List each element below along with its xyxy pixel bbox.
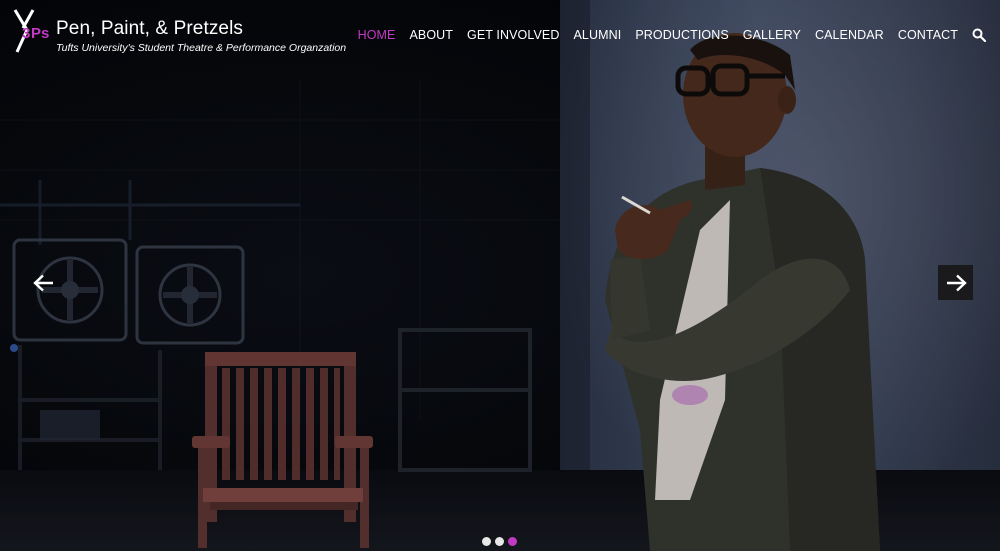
hero-slider: 3 Ps Pen, Paint, & Pretzels Tufts Univer… (0, 0, 1000, 551)
svg-text:3: 3 (22, 25, 30, 42)
slider-pagination (482, 537, 517, 546)
nav-about[interactable]: ABOUT (409, 28, 453, 42)
slider-dot-2[interactable] (495, 537, 504, 546)
slider-prev-button[interactable] (26, 265, 61, 300)
site-logo[interactable]: 3 Ps (11, 8, 49, 54)
arrow-right-icon (946, 274, 967, 291)
slide-image (0, 0, 1000, 551)
site-header: 3 Ps Pen, Paint, & Pretzels Tufts Univer… (0, 0, 1000, 70)
site-tagline: Tufts University's Student Theatre & Per… (56, 42, 347, 54)
nav-home[interactable]: HOME (358, 28, 396, 42)
nav-calendar[interactable]: CALENDAR (815, 28, 884, 42)
arrow-left-icon (32, 274, 53, 291)
nav-get-involved[interactable]: GET INVOLVED (467, 28, 559, 42)
site-title[interactable]: Pen, Paint, & Pretzels (56, 18, 243, 40)
nav-gallery[interactable]: GALLERY (743, 28, 801, 42)
nav-contact[interactable]: CONTACT (898, 28, 958, 42)
nav-alumni[interactable]: ALUMNI (573, 28, 621, 42)
search-icon[interactable] (972, 28, 987, 43)
nav-productions[interactable]: PRODUCTIONS (635, 28, 728, 42)
slider-next-button[interactable] (938, 265, 973, 300)
slider-dot-3[interactable] (508, 537, 517, 546)
main-nav: HOME ABOUT GET INVOLVED ALUMNI PRODUCTIO… (358, 26, 1000, 44)
svg-text:Ps: Ps (31, 25, 49, 42)
slider-dot-1[interactable] (482, 537, 491, 546)
